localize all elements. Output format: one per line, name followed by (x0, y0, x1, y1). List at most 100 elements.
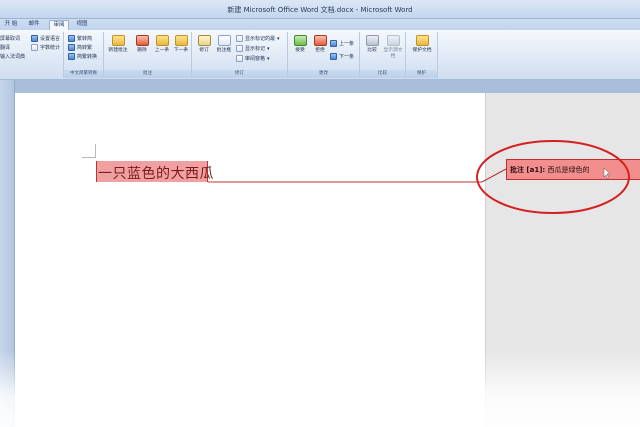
reject-button[interactable]: 拒绝 (310, 35, 330, 54)
comment-label: 批注 [a1]: (510, 166, 546, 174)
balloons-label: 批注框 (216, 48, 232, 53)
show-source-label: 显示源文档 (383, 48, 403, 59)
next-change-label: 下一条 (339, 54, 355, 60)
convert-icon (68, 53, 75, 60)
show-source-icon (386, 35, 400, 46)
group-changes: 接受 拒绝 上一条 下一条 更改 (288, 32, 360, 78)
convert-icon (68, 35, 75, 42)
new-comment-icon (111, 35, 125, 46)
tab-review[interactable]: 审阅 (49, 20, 69, 30)
word-window: 新建 Microsoft Office Word 文档.docx - Micro… (0, 0, 640, 427)
show-markup-dropdown[interactable]: 显示标记 ▾ (236, 45, 270, 52)
traditional-to-simplified-label: 繁转简 (77, 36, 93, 42)
accept-icon (293, 35, 307, 46)
previous-comment-icon (155, 35, 169, 46)
group-label-tracking: 修订 (192, 70, 287, 78)
delete-comment-label: 删除 (137, 48, 147, 53)
previous-change-label: 上一条 (339, 41, 355, 47)
chevron-down-icon: ▾ (267, 55, 270, 62)
protect-document-label: 保护文档 (412, 48, 432, 53)
globe-icon (31, 35, 38, 42)
tab-mailings[interactable]: 邮件 (26, 20, 42, 30)
group-comments: 新建批注 删除 上一条 下一条 批注 (104, 32, 192, 78)
simplified-to-traditional-label: 简转繁 (77, 45, 93, 51)
balloons-icon (217, 35, 231, 46)
arrow-down-icon (330, 53, 337, 60)
accept-button[interactable]: 接受 (290, 35, 310, 54)
chinese-conversion-label: 简繁转换 (77, 54, 98, 60)
document-body-text[interactable]: 一只蓝色的大西瓜 (98, 163, 214, 183)
previous-change-button[interactable]: 上一条 (330, 40, 354, 47)
simplified-to-traditional-button[interactable]: 简转繁 (68, 44, 92, 51)
margin-corner-mark (82, 144, 96, 158)
word-count-button[interactable]: 字数统计 (31, 44, 60, 51)
compare-button[interactable]: 比较 (362, 35, 382, 54)
chevron-down-icon: ▾ (267, 45, 270, 52)
word-count-label: 字数统计 (40, 45, 61, 51)
show-markup-label: 显示标记 (245, 46, 266, 52)
ribbon-tabs: 开 始 邮件 审阅 视图 (0, 19, 640, 30)
lock-icon (415, 35, 429, 46)
window-title: 新建 Microsoft Office Word 文档.docx - Micro… (227, 6, 413, 14)
group-compare: 比较 显示源文档 比较 (360, 32, 406, 78)
previous-comment-button[interactable]: 上一条 (152, 35, 172, 54)
set-language-button[interactable]: 设置语言 (31, 35, 60, 42)
track-changes-button[interactable]: 修订 (194, 35, 214, 54)
balloons-button[interactable]: 批注框 (214, 35, 234, 54)
ribbon: 屏幕取词 翻译 输入法词典 设置语言 字数统计 繁转简 简转繁 简繁转换 中文简… (0, 30, 640, 80)
display-review-icon (236, 35, 243, 42)
vertical-ruler (0, 80, 15, 427)
convert-icon (68, 44, 75, 51)
show-markup-icon (236, 45, 243, 52)
title-bar: 新建 Microsoft Office Word 文档.docx - Micro… (0, 0, 640, 19)
group-chinese-conversion: 繁转简 简转繁 简繁转换 中文简繁转换 (64, 32, 104, 78)
next-comment-label: 下一条 (173, 48, 189, 53)
group-label-comments: 批注 (104, 70, 191, 78)
ime-dictionary-label: 输入法词典 (0, 54, 26, 60)
accept-label: 接受 (295, 48, 305, 53)
arrow-up-icon (330, 40, 337, 47)
screen-translate-label: 屏幕取词 (0, 36, 21, 42)
previous-comment-label: 上一条 (154, 48, 170, 53)
reviewing-pane-icon (236, 55, 243, 62)
tab-view[interactable]: 视图 (74, 20, 90, 30)
compare-icon (365, 35, 379, 46)
group-label-chinese-conversion: 中文简繁转换 (64, 70, 103, 78)
track-changes-label: 修订 (199, 48, 209, 53)
display-for-review-dropdown[interactable]: 显示标记的最 ▾ (236, 35, 280, 42)
chevron-down-icon: ▾ (277, 35, 280, 42)
group-protect: 保护文档 保护 (406, 32, 438, 78)
show-source-button[interactable]: 显示源文档 (382, 35, 404, 60)
reject-icon (313, 35, 327, 46)
next-comment-button[interactable]: 下一条 (171, 35, 191, 54)
group-label-protect: 保护 (406, 70, 437, 78)
track-changes-icon (197, 35, 211, 46)
tab-home[interactable]: 开 始 (2, 20, 20, 30)
translate-button[interactable]: 翻译 (0, 44, 10, 51)
ime-dictionary-button[interactable]: 输入法词典 (0, 53, 25, 60)
comment-content[interactable]: 批注 [a1]: 西瓜是绿色的 (510, 165, 589, 175)
screen-translate-button[interactable]: 屏幕取词 (0, 35, 20, 42)
markup-area (485, 93, 640, 427)
traditional-to-simplified-button[interactable]: 繁转简 (68, 35, 92, 42)
set-language-label: 设置语言 (40, 36, 61, 42)
translate-label: 翻译 (0, 45, 11, 51)
reviewing-pane-dropdown[interactable]: 审阅窗格 ▾ (236, 55, 270, 62)
word-count-icon (31, 44, 38, 51)
next-change-button[interactable]: 下一条 (330, 53, 354, 60)
group-tracking: 修订 批注框 显示标记的最 ▾ 显示标记 ▾ 审阅窗格 ▾ 修订 (192, 32, 288, 78)
group-label-compare: 比较 (360, 70, 405, 78)
delete-comment-icon (135, 35, 149, 46)
group-label-changes: 更改 (288, 70, 359, 78)
delete-comment-button[interactable]: 删除 (132, 35, 152, 54)
compare-label: 比较 (367, 48, 377, 53)
new-comment-label: 新建批注 (108, 48, 128, 53)
protect-document-button[interactable]: 保护文档 (411, 35, 433, 54)
chinese-conversion-button[interactable]: 简繁转换 (68, 53, 97, 60)
next-comment-icon (174, 35, 188, 46)
group-proofing: 屏幕取词 翻译 输入法词典 设置语言 字数统计 (0, 32, 64, 78)
display-review-label: 显示标记的最 (245, 36, 276, 42)
reject-label: 拒绝 (315, 48, 325, 53)
comment-text: 西瓜是绿色的 (547, 166, 590, 174)
new-comment-button[interactable]: 新建批注 (108, 35, 128, 54)
